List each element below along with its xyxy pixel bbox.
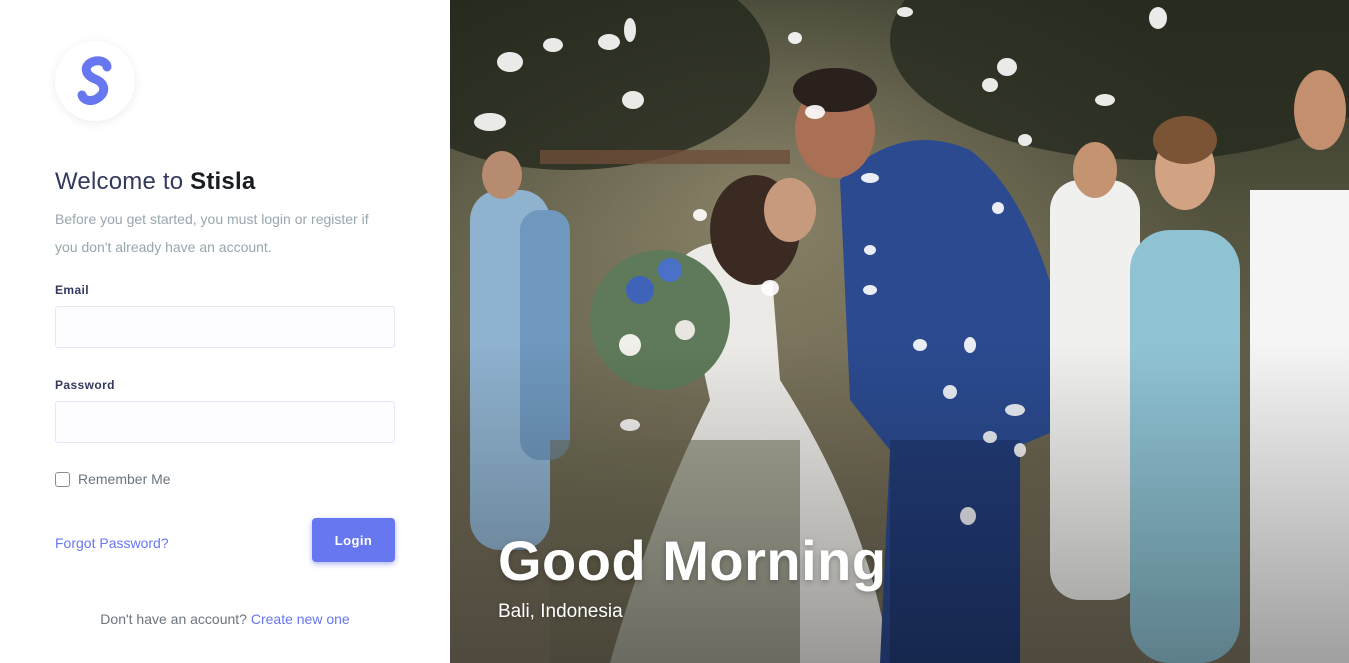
email-label: Email [55,283,90,297]
remember-me[interactable]: Remember Me [55,471,171,487]
password-label: Password [55,378,115,392]
password-field[interactable] [55,401,395,443]
create-account-link[interactable]: Create new one [251,611,350,627]
remember-me-label: Remember Me [78,471,171,487]
login-panel: Welcome to Stisla Before you get started… [0,0,450,663]
hero-greeting: Good Morning [498,529,887,592]
hero-location: Bali, Indonesia [498,601,623,622]
welcome-prefix: Welcome to [55,168,184,195]
email-field[interactable] [55,306,395,348]
login-page: Welcome to Stisla Before you get started… [0,0,1349,663]
brand-logo [55,41,135,121]
intro-text: Before you get started, you must login o… [55,211,369,255]
remember-me-checkbox[interactable] [55,471,70,487]
hero-panel: Good Morning Bali, Indonesia [450,0,1349,663]
welcome-brand-name: Stisla [190,168,256,195]
forgot-password-link[interactable]: Forgot Password? [55,535,169,551]
page-title: Welcome to Stisla [55,168,255,196]
register-prompt-text: Don't have an account? [100,611,247,627]
login-button[interactable]: Login [312,518,395,562]
register-prompt: Don't have an account? Create new one [0,611,450,627]
stisla-logo-icon [77,56,112,106]
